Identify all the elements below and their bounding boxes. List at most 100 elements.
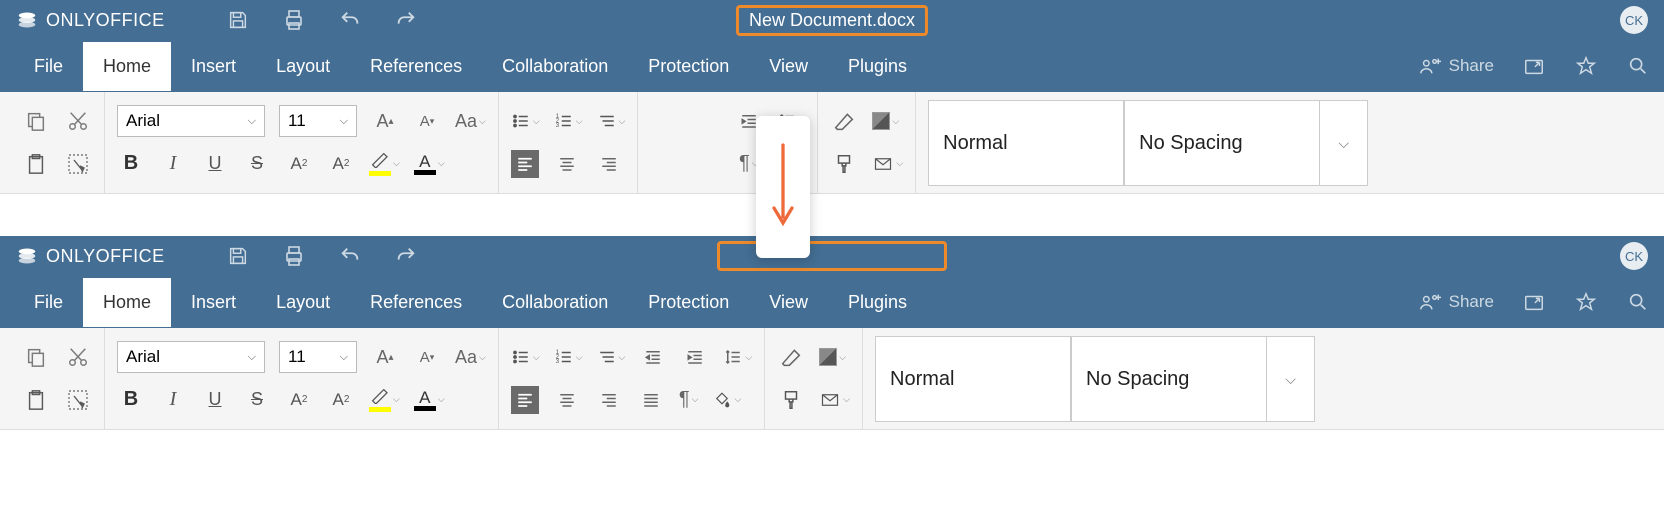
- align-center-icon[interactable]: [553, 150, 581, 178]
- align-left-icon[interactable]: [511, 150, 539, 178]
- pilcrow-button[interactable]: ¶⌵: [679, 388, 699, 411]
- eraser-icon[interactable]: [777, 343, 805, 371]
- highlight-button[interactable]: ⌵: [369, 152, 400, 176]
- italic-button[interactable]: I: [159, 150, 187, 178]
- menu-layout[interactable]: Layout: [256, 278, 350, 327]
- numbering-button[interactable]: 123⌵: [554, 112, 583, 130]
- font-shrink-icon[interactable]: A▾: [413, 107, 441, 135]
- style-nospacing[interactable]: No Spacing: [1124, 100, 1320, 186]
- save-icon[interactable]: [225, 243, 251, 269]
- font-name-select[interactable]: Arial⌵: [117, 341, 265, 373]
- user-avatar[interactable]: CK: [1620, 242, 1648, 270]
- menu-plugins[interactable]: Plugins: [828, 42, 927, 91]
- font-grow-icon[interactable]: A▴: [371, 107, 399, 135]
- style-normal[interactable]: Normal: [928, 100, 1124, 186]
- align-right-icon[interactable]: [595, 386, 623, 414]
- select-all-icon[interactable]: [64, 150, 92, 178]
- indent-increase-icon[interactable]: [681, 343, 709, 371]
- share-button[interactable]: Share: [1419, 291, 1494, 313]
- search-icon[interactable]: [1626, 54, 1650, 78]
- paste-icon[interactable]: [22, 150, 50, 178]
- undo-icon[interactable]: [337, 7, 363, 33]
- font-color-button[interactable]: A⌵: [414, 152, 445, 175]
- user-avatar[interactable]: CK: [1620, 6, 1648, 34]
- redo-icon[interactable]: [393, 7, 419, 33]
- styles-expand-button[interactable]: ⌵: [1267, 336, 1315, 422]
- align-justify-icon[interactable]: [637, 386, 665, 414]
- multilevel-button[interactable]: ⌵: [597, 348, 626, 366]
- font-size-select[interactable]: 11⌵: [279, 341, 357, 373]
- subscript-button[interactable]: A2: [327, 386, 355, 414]
- superscript-button[interactable]: A2: [285, 150, 313, 178]
- menu-view[interactable]: View: [749, 278, 828, 327]
- align-center-icon[interactable]: [553, 386, 581, 414]
- menu-protection[interactable]: Protection: [628, 278, 749, 327]
- underline-button[interactable]: U: [201, 150, 229, 178]
- align-left-icon[interactable]: [511, 386, 539, 414]
- menu-file[interactable]: File: [14, 42, 83, 91]
- format-painter-icon[interactable]: [830, 150, 858, 178]
- align-right-icon[interactable]: [595, 150, 623, 178]
- font-grow-icon[interactable]: A▴: [371, 343, 399, 371]
- menu-file[interactable]: File: [14, 278, 83, 327]
- save-icon[interactable]: [225, 7, 251, 33]
- shading-button[interactable]: ⌵: [712, 391, 741, 409]
- indent-decrease-icon[interactable]: [639, 343, 667, 371]
- mail-merge-button[interactable]: ⌵: [872, 155, 903, 173]
- cut-icon[interactable]: [64, 107, 92, 135]
- star-icon[interactable]: [1574, 290, 1598, 314]
- font-color-button[interactable]: A⌵: [414, 388, 445, 411]
- menu-collaboration[interactable]: Collaboration: [482, 42, 628, 91]
- underline-button[interactable]: U: [201, 386, 229, 414]
- copy-icon[interactable]: [22, 107, 50, 135]
- multilevel-button[interactable]: ⌵: [597, 112, 626, 130]
- subscript-button[interactable]: A2: [327, 150, 355, 178]
- share-button[interactable]: Share: [1419, 55, 1494, 77]
- theme-color-button[interactable]: ⌵: [819, 348, 846, 366]
- change-case-icon[interactable]: Aa⌵: [455, 347, 486, 368]
- search-icon[interactable]: [1626, 290, 1650, 314]
- menu-insert[interactable]: Insert: [171, 278, 256, 327]
- open-location-icon[interactable]: [1522, 54, 1546, 78]
- undo-icon[interactable]: [337, 243, 363, 269]
- document-title[interactable]: New Document.docx: [736, 5, 928, 36]
- numbering-button[interactable]: 123⌵: [554, 348, 583, 366]
- bullets-button[interactable]: ⌵: [511, 112, 540, 130]
- cut-icon[interactable]: [64, 343, 92, 371]
- font-size-select[interactable]: 11⌵: [279, 105, 357, 137]
- menu-layout[interactable]: Layout: [256, 42, 350, 91]
- menu-view[interactable]: View: [749, 42, 828, 91]
- menu-references[interactable]: References: [350, 42, 482, 91]
- italic-button[interactable]: I: [159, 386, 187, 414]
- theme-color-button[interactable]: ⌵: [872, 112, 899, 130]
- strike-button[interactable]: S: [243, 386, 271, 414]
- format-painter-icon[interactable]: [777, 386, 805, 414]
- copy-icon[interactable]: [22, 343, 50, 371]
- bold-button[interactable]: B: [117, 386, 145, 414]
- star-icon[interactable]: [1574, 54, 1598, 78]
- menu-plugins[interactable]: Plugins: [828, 278, 927, 327]
- style-normal[interactable]: Normal: [875, 336, 1071, 422]
- select-all-icon[interactable]: [64, 386, 92, 414]
- strike-button[interactable]: S: [243, 150, 271, 178]
- bullets-button[interactable]: ⌵: [511, 348, 540, 366]
- menu-protection[interactable]: Protection: [628, 42, 749, 91]
- font-shrink-icon[interactable]: A▾: [413, 343, 441, 371]
- change-case-icon[interactable]: Aa⌵: [455, 111, 486, 132]
- bold-button[interactable]: B: [117, 150, 145, 178]
- mail-merge-button[interactable]: ⌵: [819, 391, 850, 409]
- superscript-button[interactable]: A2: [285, 386, 313, 414]
- menu-home[interactable]: Home: [83, 278, 171, 327]
- line-spacing-button[interactable]: ⌵: [723, 348, 752, 366]
- paste-icon[interactable]: [22, 386, 50, 414]
- print-icon[interactable]: [281, 7, 307, 33]
- font-name-select[interactable]: Arial⌵: [117, 105, 265, 137]
- open-location-icon[interactable]: [1522, 290, 1546, 314]
- menu-references[interactable]: References: [350, 278, 482, 327]
- print-icon[interactable]: [281, 243, 307, 269]
- highlight-button[interactable]: ⌵: [369, 388, 400, 412]
- menu-home[interactable]: Home: [83, 42, 171, 91]
- menu-collaboration[interactable]: Collaboration: [482, 278, 628, 327]
- redo-icon[interactable]: [393, 243, 419, 269]
- eraser-icon[interactable]: [830, 107, 858, 135]
